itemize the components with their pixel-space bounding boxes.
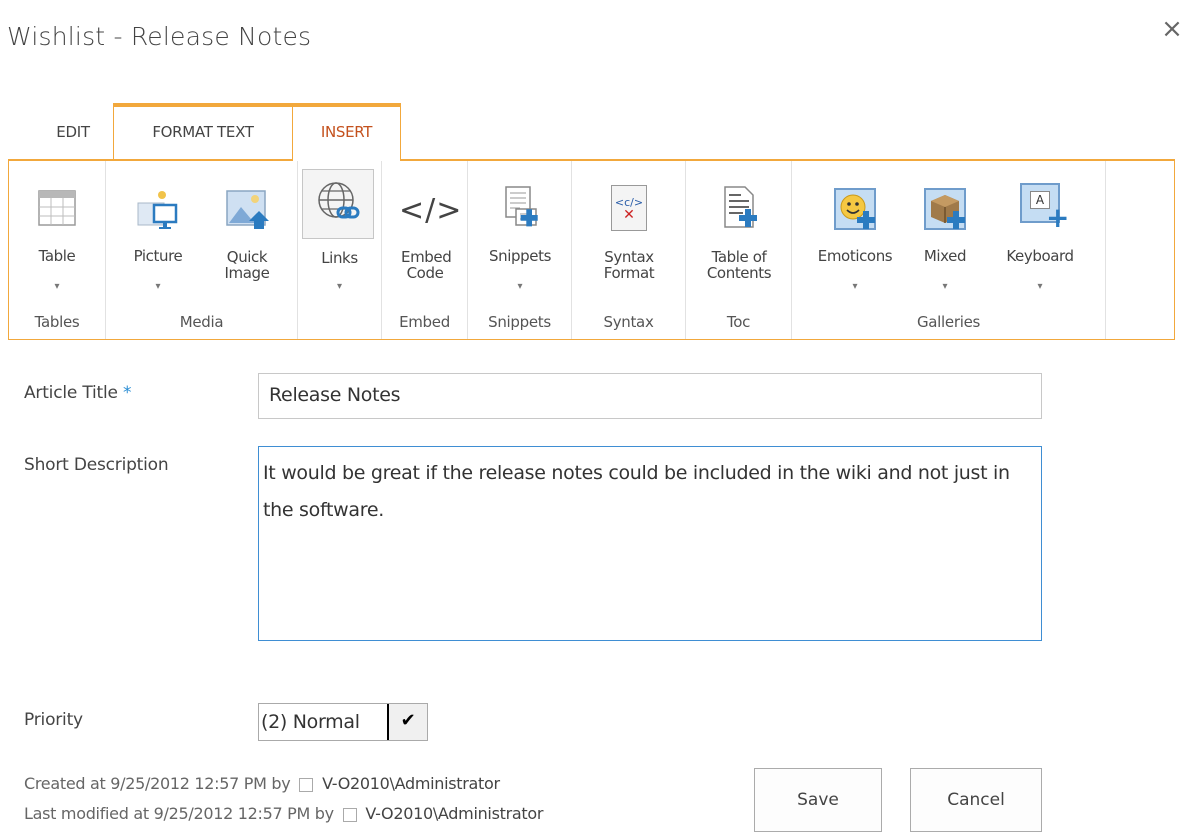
priority-label: Priority (24, 710, 83, 730)
chevron-down-icon: ▾ (155, 281, 161, 292)
embed-code-icon: </> (399, 193, 463, 228)
keyboard-button[interactable]: A + Keyboard ▾ (990, 169, 1090, 301)
emoticons-button[interactable]: Emoticons ▾ (810, 169, 900, 301)
tab-format-text[interactable]: FORMAT TEXT (113, 103, 293, 159)
mixed-icon (924, 188, 966, 230)
plus-icon: + (1046, 201, 1070, 234)
keyboard-icon: A + (1020, 183, 1069, 232)
ribbon-group-tables: Table ▾ Tables (9, 161, 106, 339)
mixed-label: Mixed (923, 247, 967, 265)
ribbon-group-embed: </> Embed Code Embed (382, 161, 468, 339)
links-label[interactable]: Links (298, 249, 381, 267)
article-title-label: Article Title * (24, 383, 132, 403)
chevron-down-icon: ▾ (852, 281, 858, 292)
ribbon: Table ▾ Tables Picture ▾ Quick Image Med… (8, 159, 1175, 340)
ribbon-group-syntax: <c/> ✕ Syntax Format Syntax (572, 161, 686, 339)
table-of-contents-label: Table of Contents (706, 248, 772, 282)
links-icon (318, 182, 360, 219)
group-label-galleries: Galleries (916, 313, 981, 331)
article-title-input[interactable]: Release Notes (258, 373, 1042, 419)
priority-selected-value: (2) Normal (261, 711, 360, 733)
priority-select[interactable]: (2) Normal ✔ (258, 703, 428, 741)
modified-user[interactable]: V-O2010\Administrator (365, 804, 543, 823)
emoticons-label: Emoticons (817, 247, 893, 265)
presence-icon (342, 807, 357, 822)
links-button[interactable] (302, 169, 374, 239)
close-icon[interactable]: × (1159, 16, 1185, 42)
tab-insert[interactable]: INSERT (292, 103, 401, 161)
article-title-label-text: Article Title (24, 383, 118, 403)
short-description-label: Short Description (24, 455, 169, 475)
created-info: Created at 9/25/2012 12:57 PM by V-O2010… (24, 774, 500, 793)
embed-code-label: Embed Code (401, 248, 452, 282)
tab-edit[interactable]: EDIT (33, 103, 113, 159)
ribbon-group-snippets: Snippets ▾ Snippets (468, 161, 572, 339)
modified-info: Last modified at 9/25/2012 12:57 PM by V… (24, 804, 543, 823)
modified-text: Last modified at 9/25/2012 12:57 PM by (24, 804, 334, 823)
syntax-format-icon: <c/> ✕ (611, 185, 647, 231)
emoticons-icon (834, 188, 876, 230)
cancel-button[interactable]: Cancel (910, 768, 1042, 832)
chevron-down-icon: ▾ (942, 281, 948, 292)
embed-code-button[interactable]: </> Embed Code (384, 169, 466, 301)
short-description-input[interactable]: It would be great if the release notes c… (258, 446, 1042, 641)
chevron-down-icon: ▾ (54, 281, 60, 292)
chevron-down-icon: ▾ (517, 281, 523, 292)
group-label-media: Media (179, 313, 224, 331)
table-of-contents-icon (724, 186, 757, 228)
keyboard-label: Keyboard (1006, 247, 1074, 265)
required-marker: * (123, 383, 132, 403)
dialog-title: Wishlist - Release Notes (7, 22, 312, 51)
snippets-button[interactable]: Snippets ▾ (476, 169, 564, 301)
snippets-label: Snippets (489, 247, 551, 265)
syntax-format-button[interactable]: <c/> ✕ Syntax Format (584, 169, 674, 301)
picture-button[interactable]: Picture ▾ (116, 169, 200, 301)
group-label-tables: Tables (34, 313, 80, 331)
ribbon-group-media: Picture ▾ Quick Image Media (106, 161, 298, 339)
group-label-toc: Toc (726, 313, 751, 331)
quick-image-label: Quick Image (224, 248, 270, 282)
ribbon-group-toc: Table of Contents Toc (686, 161, 792, 339)
table-button[interactable]: Table ▾ (13, 169, 101, 301)
snippets-icon (505, 186, 538, 227)
chevron-down-icon: ▾ (1037, 281, 1043, 292)
table-label: Table (38, 247, 76, 265)
syntax-format-label: Syntax Format (603, 248, 655, 282)
chevron-down-icon[interactable]: ✔ (387, 704, 427, 740)
table-icon (38, 190, 76, 226)
syntax-marker-icon: ✕ (623, 207, 635, 223)
save-button[interactable]: Save (754, 768, 882, 832)
ribbon-group-galleries: Emoticons ▾ Mixed ▾ A + Keyboard ▾ Galle… (792, 161, 1106, 339)
group-label-syntax: Syntax (603, 313, 654, 331)
chevron-down-icon[interactable]: ▾ (298, 281, 381, 292)
created-text: Created at 9/25/2012 12:57 PM by (24, 774, 291, 793)
group-label-embed: Embed (399, 313, 450, 331)
quick-image-button[interactable]: Quick Image (202, 169, 292, 301)
table-of-contents-button[interactable]: Table of Contents (692, 169, 786, 301)
created-user[interactable]: V-O2010\Administrator (322, 774, 500, 793)
quick-image-icon (226, 190, 269, 229)
picture-label: Picture (133, 247, 183, 265)
picture-icon (137, 191, 178, 229)
group-label-snippets: Snippets (488, 313, 551, 331)
presence-icon (299, 777, 314, 792)
ribbon-group-links: Links ▾ (298, 161, 382, 339)
mixed-button[interactable]: Mixed ▾ (904, 169, 986, 301)
